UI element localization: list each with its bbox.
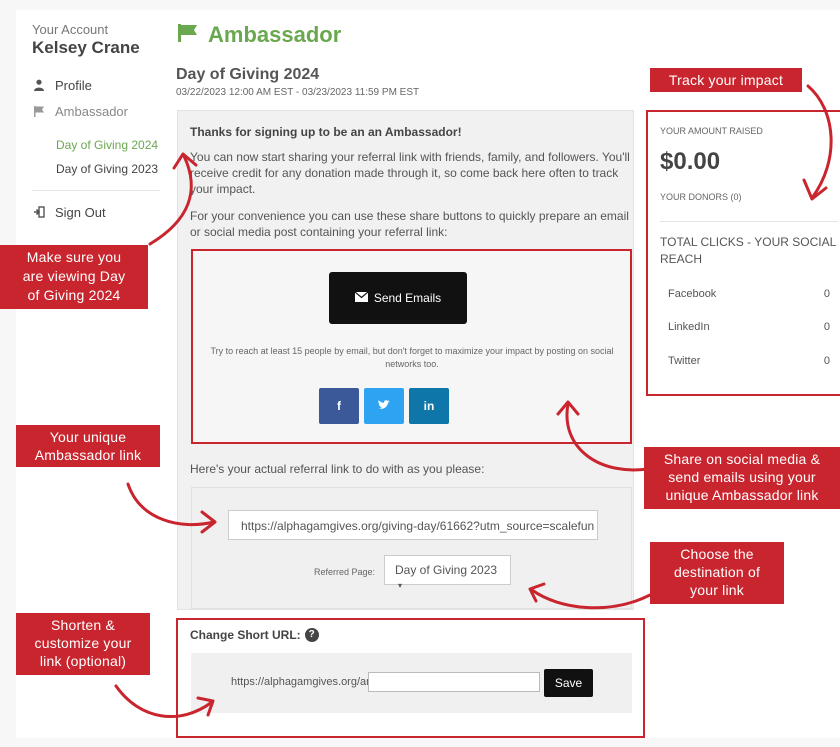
help-icon[interactable]: ? [304,628,319,642]
callout-line: Shorten & [50,617,116,633]
referred-page-value: Day of Giving 2023 [395,563,498,577]
referred-page-label: Referred Page: [314,567,376,577]
intro-title: Thanks for signing up to be an an Ambass… [190,125,462,139]
callout-line: send emails using your [668,469,816,485]
sidebar-item-profile[interactable]: Profile [32,78,92,93]
callout-viewing-day-of-giving: Make sure you are viewing Day of Giving … [0,245,148,309]
amount-raised-label: YOUR AMOUNT RAISED [660,126,763,136]
sidebar-item-label: Profile [55,78,92,93]
save-button[interactable]: Save [544,669,593,697]
sidebar-divider [32,190,160,191]
callout-shorten: Shorten & customize your link (optional) [16,613,150,675]
referral-box [191,487,632,609]
account-label: Your Account [32,22,109,37]
twitter-icon [378,399,390,413]
donors-label: YOUR DONORS (0) [660,192,742,202]
sign-out-label: Sign Out [55,205,106,220]
event-dates: 03/22/2023 12:00 AM EST - 03/23/2023 11:… [176,87,420,98]
page-title-text: Ambassador [208,22,342,47]
referral-label: Here's your actual referral link to do w… [190,462,485,476]
page-title: Ambassador [178,22,341,48]
account-name: Kelsey Crane [32,38,140,57]
callout-line: Share on social media & [663,451,821,467]
send-emails-label: Send Emails [373,291,442,305]
callout-destination: Choose the destination of your link [650,542,784,604]
amount-raised-value: $0.00 [660,148,721,175]
sign-out-link[interactable]: Sign Out [32,205,106,220]
callout-line: link (optional) [39,653,127,669]
referred-page-dropdown[interactable]: Day of Giving 2023 ▾ [384,555,511,590]
user-icon [32,79,45,92]
callout-line: your link [690,582,744,598]
flag-icon [32,105,45,118]
clicks-count: 0 [823,355,830,367]
clicks-row-facebook: Facebook 0 [668,288,830,300]
event-title: Day of Giving 2024 [176,66,320,83]
callout-line: Ambassador link [34,447,142,463]
short-url-input[interactable] [368,672,540,692]
callout-line: unique Ambassador link [665,487,819,503]
callout-line: Choose the [680,546,754,562]
short-url-title-text: Change Short URL: [190,628,301,642]
sidebar-subitem-day-of-giving-2024[interactable]: Day of Giving 2024 [56,138,158,152]
callout-line: customize your [34,635,132,651]
short-url-prefix: https://alphagamgives.org/amb/ [231,676,385,688]
callout-share-social: Share on social media & send emails usin… [644,447,840,509]
intro-text: You can now start sharing your referral … [190,150,630,196]
facebook-icon: f [337,399,341,413]
clicks-network: LinkedIn [668,321,710,333]
sidebar-item-ambassador[interactable]: Ambassador [32,104,128,119]
envelope-icon [354,291,369,305]
linkedin-share-button[interactable]: in [409,388,449,424]
clicks-count: 0 [823,321,830,333]
callout-line: destination of [673,564,761,580]
callout-unique-link: Your unique Ambassador link [16,425,160,467]
sidebar-item-label: Ambassador [55,104,128,119]
sign-out-icon [32,206,45,219]
clicks-row-linkedin: LinkedIn 0 [668,321,830,333]
callout-track-impact: Track your impact [650,68,802,92]
send-emails-button[interactable]: Send Emails [329,272,467,324]
clicks-network: Facebook [668,288,717,300]
callout-line: Make sure you [26,249,122,265]
flag-icon [178,22,198,48]
sidebar-subitem-day-of-giving-2023[interactable]: Day of Giving 2023 [56,162,158,176]
share-instructions: For your convenience you can use these s… [190,209,629,239]
callout-line: Your unique [49,429,127,445]
referral-url-field[interactable]: https://alphagamgives.org/giving-day/616… [228,510,598,540]
facebook-share-button[interactable]: f [319,388,359,424]
clicks-row-twitter: Twitter 0 [668,355,830,367]
short-url-title: Change Short URL: ? [190,628,319,642]
stats-divider [660,221,838,222]
clicks-network: Twitter [668,355,701,367]
clicks-count: 0 [823,288,830,300]
linkedin-icon: in [423,399,435,413]
share-note: Try to reach at least 15 people by email… [210,346,614,369]
twitter-share-button[interactable] [364,388,404,424]
callout-line: of Giving 2024 [27,287,121,303]
caret-down-icon: ▾ [398,581,403,590]
total-clicks-title: TOTAL CLICKS - YOUR SOCIAL REACH [660,235,836,266]
callout-line: are viewing Day [22,268,126,284]
